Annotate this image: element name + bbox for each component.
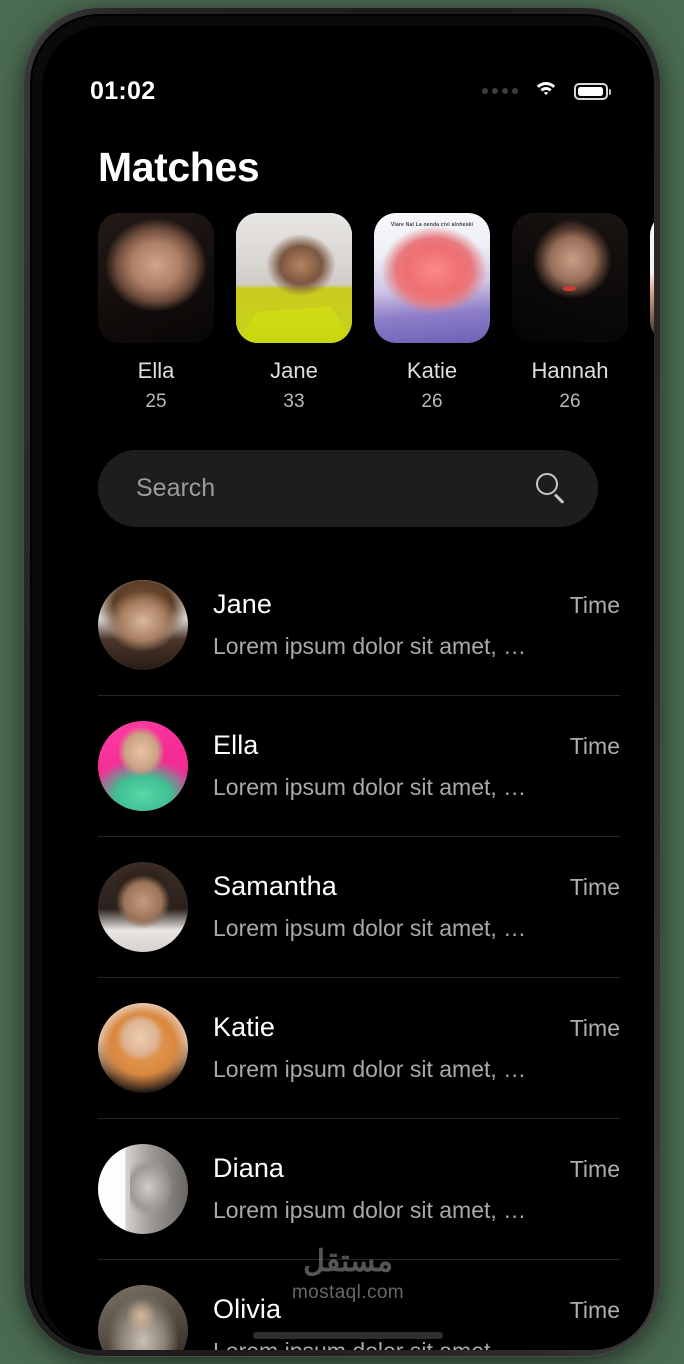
status-icon-group <box>482 81 611 101</box>
story-thumbnail[interactable] <box>236 213 352 343</box>
story-age: 26 <box>559 391 581 412</box>
story-name: Katie <box>406 358 458 383</box>
chat-timestamp: Time <box>569 592 620 618</box>
chat-name: Jane <box>213 589 272 619</box>
story-item-ella[interactable]: Ella 25 <box>98 213 214 413</box>
chat-preview: Lorem ipsum dolor sit amet, … <box>213 633 527 659</box>
chat-name: Olivia <box>213 1294 282 1324</box>
status-clock: 01:02 <box>90 76 156 105</box>
list-item[interactable]: Samantha Time Lorem ipsum dolor sit amet… <box>42 836 654 977</box>
avatar <box>98 579 188 670</box>
avatar <box>98 720 188 811</box>
story-item-jane[interactable]: Jane 33 <box>236 213 352 413</box>
chat-preview: Lorem ipsum dolor sit amet, … <box>213 1197 527 1223</box>
story-photo <box>236 213 352 343</box>
chat-name: Diana <box>213 1153 285 1183</box>
chat-preview: Lorem ipsum dolor sit amet, … <box>213 1056 527 1082</box>
chat-name: Katie <box>213 1012 276 1042</box>
home-indicator[interactable] <box>253 1332 443 1339</box>
chat-timestamp: Time <box>569 1156 620 1182</box>
signal-dots-icon <box>482 88 518 94</box>
avatar <box>98 861 188 952</box>
story-age: 25 <box>145 391 167 412</box>
matches-story-strip[interactable]: Ella 25 Jane 33 Vlare Nal La oenda civi … <box>42 213 654 413</box>
chat-list[interactable]: Jane Time Lorem ipsum dolor sit amet, … … <box>42 554 654 1350</box>
chat-text-block: Katie Time Lorem ipsum dolor sit amet, … <box>213 1012 620 1083</box>
story-name: S <box>650 358 654 384</box>
chat-name: Samantha <box>213 871 337 901</box>
chat-text-block: Olivia Time Lorem ipsum dolor sit amet, … <box>213 1294 620 1350</box>
chat-timestamp: Time <box>569 874 620 900</box>
chat-text-block: Samantha Time Lorem ipsum dolor sit amet… <box>213 871 620 942</box>
chat-preview: Lorem ipsum dolor sit amet, … <box>213 1338 620 1350</box>
phone-bezel: 01:02 Matches Ella 25 Jane 33 Vlare Nal … <box>30 14 654 1350</box>
story-photo <box>98 213 214 343</box>
list-item[interactable]: Jane Time Lorem ipsum dolor sit amet, … <box>42 554 654 695</box>
story-name: Ella <box>137 358 175 383</box>
story-photo: Vlare Nal La oenda civi alnheski <box>374 213 490 343</box>
story-item-katie[interactable]: Vlare Nal La oenda civi alnheski Katie 2… <box>374 213 490 413</box>
story-thumbnail[interactable] <box>512 213 628 343</box>
story-thumbnail[interactable] <box>98 213 214 343</box>
phone-screen: 01:02 Matches Ella 25 Jane 33 Vlare Nal … <box>42 26 654 1350</box>
list-item[interactable]: Ella Time Lorem ipsum dolor sit amet, … <box>42 695 654 836</box>
chat-timestamp: Time <box>569 1015 620 1041</box>
list-item[interactable]: Diana Time Lorem ipsum dolor sit amet, … <box>42 1118 654 1259</box>
page-title: Matches <box>98 144 260 190</box>
search-input[interactable] <box>136 474 534 503</box>
story-photo <box>512 213 628 343</box>
avatar <box>98 1284 188 1350</box>
chat-preview: Lorem ipsum dolor sit amet, … <box>213 774 527 800</box>
chat-name: Ella <box>213 730 259 760</box>
story-photo <box>650 213 654 343</box>
story-thumbnail[interactable] <box>650 213 654 343</box>
story-age: 26 <box>421 391 443 412</box>
story-photo-caption: Vlare Nal La oenda civi alnheski <box>390 222 474 228</box>
chat-text-block: Diana Time Lorem ipsum dolor sit amet, … <box>213 1153 620 1224</box>
chat-text-block: Ella Time Lorem ipsum dolor sit amet, … <box>213 730 620 801</box>
story-item-hannah[interactable]: Hannah 26 <box>512 213 628 413</box>
phone-frame: 01:02 Matches Ella 25 Jane 33 Vlare Nal … <box>24 8 660 1356</box>
status-bar: 01:02 <box>42 70 654 112</box>
search-icon[interactable] <box>534 472 568 506</box>
chat-timestamp: Time <box>569 1297 620 1323</box>
story-name: Jane <box>270 358 318 383</box>
story-thumbnail[interactable]: Vlare Nal La oenda civi alnheski <box>374 213 490 343</box>
avatar <box>98 1143 188 1234</box>
story-item-partial[interactable]: S <box>650 213 654 413</box>
chat-text-block: Jane Time Lorem ipsum dolor sit amet, … <box>213 589 620 660</box>
chat-preview: Lorem ipsum dolor sit amet, … <box>213 915 527 941</box>
story-age: 33 <box>283 391 305 412</box>
wifi-icon <box>533 81 559 101</box>
chat-timestamp: Time <box>569 733 620 759</box>
avatar <box>98 1002 188 1093</box>
list-item[interactable]: Katie Time Lorem ipsum dolor sit amet, … <box>42 977 654 1118</box>
search-bar[interactable] <box>98 450 598 527</box>
battery-icon <box>574 82 611 100</box>
story-name: Hannah <box>531 358 609 383</box>
